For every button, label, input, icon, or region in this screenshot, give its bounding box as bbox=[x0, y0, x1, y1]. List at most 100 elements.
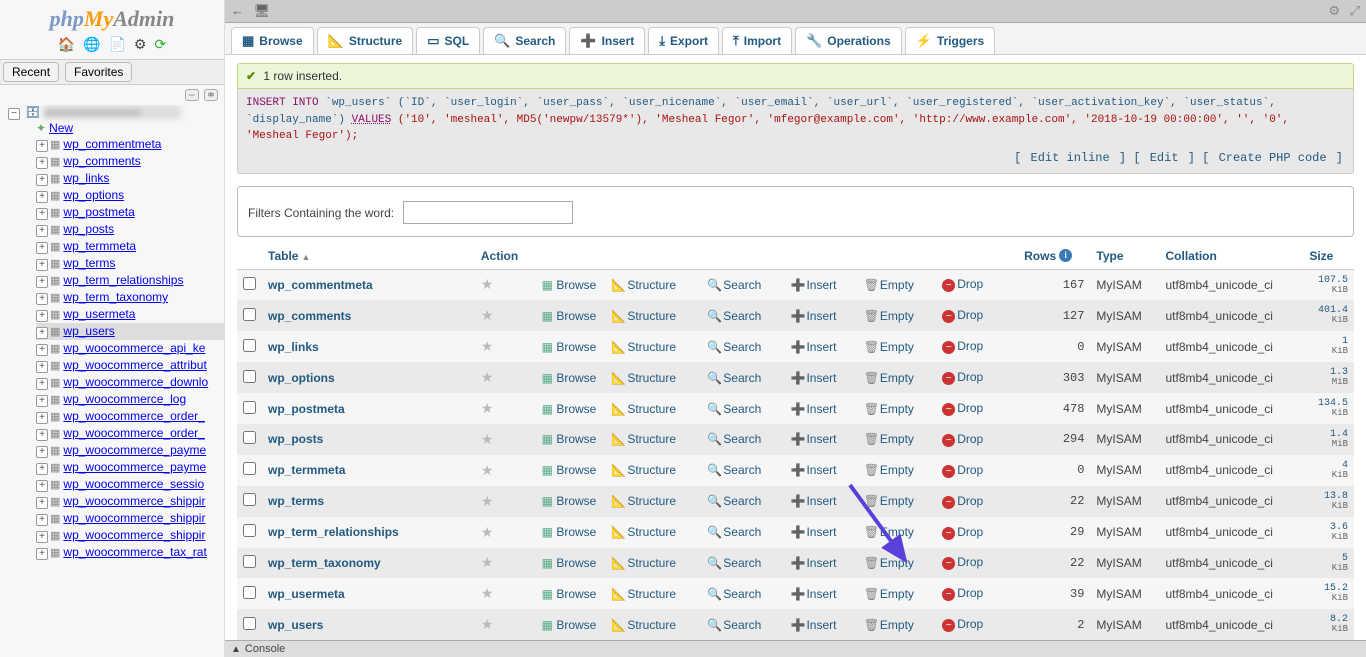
table-name-link[interactable]: wp_usermeta bbox=[268, 587, 345, 601]
star-icon[interactable]: ★ bbox=[481, 585, 494, 601]
search-action[interactable]: 🔍Search bbox=[707, 432, 761, 446]
insert-action[interactable]: ➕Insert bbox=[790, 371, 836, 385]
tree-table-item[interactable]: +▦wp_comments bbox=[36, 153, 224, 170]
tree-table-item[interactable]: +▦wp_woocommerce_shippir bbox=[36, 493, 224, 510]
structure-action[interactable]: 📐Structure bbox=[611, 525, 676, 539]
tree-table-item[interactable]: +▦wp_woocommerce_sessio bbox=[36, 476, 224, 493]
insert-action[interactable]: ➕Insert bbox=[790, 618, 836, 632]
drop-action[interactable]: −Drop bbox=[942, 308, 983, 322]
tree-table-item[interactable]: +▦wp_links bbox=[36, 170, 224, 187]
expand-icon[interactable]: + bbox=[36, 463, 48, 475]
tree-table-item[interactable]: +▦wp_woocommerce_api_ke bbox=[36, 340, 224, 357]
insert-action[interactable]: ➕Insert bbox=[790, 309, 836, 323]
link-tree-icon[interactable]: ⚭ bbox=[204, 89, 218, 101]
expand-icon[interactable]: + bbox=[36, 480, 48, 492]
drop-action[interactable]: −Drop bbox=[942, 401, 983, 415]
structure-action[interactable]: 📐Structure bbox=[611, 618, 676, 632]
tab-triggers[interactable]: ⚡Triggers bbox=[905, 27, 996, 54]
tree-table-item[interactable]: +▦wp_woocommerce_shippir bbox=[36, 510, 224, 527]
new-table-link[interactable]: New bbox=[49, 121, 73, 135]
collapse-panel-icon[interactable]: ⤢ bbox=[1350, 3, 1360, 18]
empty-action[interactable]: 🗑Empty bbox=[864, 556, 914, 570]
expand-icon[interactable]: + bbox=[36, 259, 48, 271]
tree-table-link[interactable]: wp_links bbox=[63, 171, 109, 185]
insert-action[interactable]: ➕Insert bbox=[790, 278, 836, 292]
tab-browse[interactable]: ▦Browse bbox=[231, 27, 314, 54]
tree-table-link[interactable]: wp_posts bbox=[63, 222, 114, 236]
table-name-link[interactable]: wp_terms bbox=[268, 494, 324, 508]
tree-table-item[interactable]: +▦wp_options bbox=[36, 187, 224, 204]
expand-icon[interactable]: + bbox=[36, 242, 48, 254]
search-action[interactable]: 🔍Search bbox=[707, 587, 761, 601]
table-name-link[interactable]: wp_users bbox=[268, 618, 323, 632]
row-checkbox[interactable] bbox=[243, 555, 256, 568]
expand-icon[interactable]: + bbox=[36, 310, 48, 322]
tree-table-item[interactable]: +▦wp_postmeta bbox=[36, 204, 224, 221]
browse-action[interactable]: ▦Browse bbox=[540, 618, 596, 632]
insert-action[interactable]: ➕Insert bbox=[790, 463, 836, 477]
tree-table-link[interactable]: wp_woocommerce_log bbox=[63, 392, 186, 406]
search-action[interactable]: 🔍Search bbox=[707, 278, 761, 292]
expand-icon[interactable]: + bbox=[36, 191, 48, 203]
browse-action[interactable]: ▦Browse bbox=[540, 432, 596, 446]
search-action[interactable]: 🔍Search bbox=[707, 494, 761, 508]
database-name[interactable]: xxxxxxxxxxxxxxxx bbox=[43, 105, 181, 119]
expand-icon[interactable]: + bbox=[36, 225, 48, 237]
reload-icon[interactable]: ⟳ bbox=[154, 36, 166, 52]
row-checkbox[interactable] bbox=[243, 524, 256, 537]
insert-action[interactable]: ➕Insert bbox=[790, 432, 836, 446]
tree-collapse-icon[interactable]: − bbox=[8, 108, 20, 120]
row-checkbox[interactable] bbox=[243, 431, 256, 444]
expand-icon[interactable]: + bbox=[36, 514, 48, 526]
tree-table-link[interactable]: wp_woocommerce_shippir bbox=[63, 511, 205, 525]
row-checkbox[interactable] bbox=[243, 586, 256, 599]
favorites-tab[interactable]: Favorites bbox=[65, 62, 132, 82]
console-bar[interactable]: ▲ Console bbox=[225, 640, 1366, 657]
row-checkbox[interactable] bbox=[243, 277, 256, 290]
empty-action[interactable]: 🗑Empty bbox=[864, 278, 914, 292]
tree-table-item[interactable]: +▦wp_commentmeta bbox=[36, 136, 224, 153]
empty-action[interactable]: 🗑Empty bbox=[864, 402, 914, 416]
expand-icon[interactable]: + bbox=[36, 327, 48, 339]
search-action[interactable]: 🔍Search bbox=[707, 525, 761, 539]
drop-action[interactable]: −Drop bbox=[942, 555, 983, 569]
structure-action[interactable]: 📐Structure bbox=[611, 587, 676, 601]
docs-icon[interactable]: 📄 bbox=[109, 36, 126, 52]
search-action[interactable]: 🔍Search bbox=[707, 463, 761, 477]
table-name-link[interactable]: wp_links bbox=[268, 340, 319, 354]
tree-table-link[interactable]: wp_woocommerce_attribut bbox=[63, 358, 206, 372]
tree-table-link[interactable]: wp_postmeta bbox=[63, 205, 134, 219]
drop-action[interactable]: −Drop bbox=[942, 617, 983, 631]
star-icon[interactable]: ★ bbox=[481, 431, 494, 447]
tree-table-link[interactable]: wp_term_relationships bbox=[63, 273, 183, 287]
structure-action[interactable]: 📐Structure bbox=[611, 494, 676, 508]
structure-action[interactable]: 📐Structure bbox=[611, 371, 676, 385]
row-checkbox[interactable] bbox=[243, 401, 256, 414]
tree-table-link[interactable]: wp_woocommerce_payme bbox=[63, 460, 206, 474]
edit-link[interactable]: Edit bbox=[1150, 151, 1179, 165]
logo[interactable]: phpMyAdmin bbox=[0, 0, 224, 34]
col-table[interactable]: Table▲ bbox=[262, 243, 475, 270]
expand-icon[interactable]: + bbox=[36, 531, 48, 543]
row-checkbox[interactable] bbox=[243, 462, 256, 475]
expand-icon[interactable]: + bbox=[36, 429, 48, 441]
tree-table-link[interactable]: wp_users bbox=[63, 324, 114, 338]
search-action[interactable]: 🔍Search bbox=[707, 340, 761, 354]
drop-action[interactable]: −Drop bbox=[942, 370, 983, 384]
expand-icon[interactable]: + bbox=[36, 446, 48, 458]
browse-action[interactable]: ▦Browse bbox=[540, 278, 596, 292]
expand-icon[interactable]: + bbox=[36, 378, 48, 390]
tree-table-link[interactable]: wp_termmeta bbox=[63, 239, 136, 253]
tree-table-link[interactable]: wp_woocommerce_payme bbox=[63, 443, 206, 457]
tree-table-link[interactable]: wp_woocommerce_sessio bbox=[63, 477, 204, 491]
browse-action[interactable]: ▦Browse bbox=[540, 402, 596, 416]
drop-action[interactable]: −Drop bbox=[942, 463, 983, 477]
table-name-link[interactable]: wp_termmeta bbox=[268, 463, 345, 477]
tab-structure[interactable]: 📐Structure bbox=[317, 27, 414, 54]
table-name-link[interactable]: wp_options bbox=[268, 371, 335, 385]
row-checkbox[interactable] bbox=[243, 308, 256, 321]
tree-table-link[interactable]: wp_comments bbox=[63, 154, 140, 168]
col-rows[interactable]: Rowsi bbox=[1018, 243, 1090, 270]
empty-action[interactable]: 🗑Empty bbox=[864, 587, 914, 601]
browse-action[interactable]: ▦Browse bbox=[540, 556, 596, 570]
